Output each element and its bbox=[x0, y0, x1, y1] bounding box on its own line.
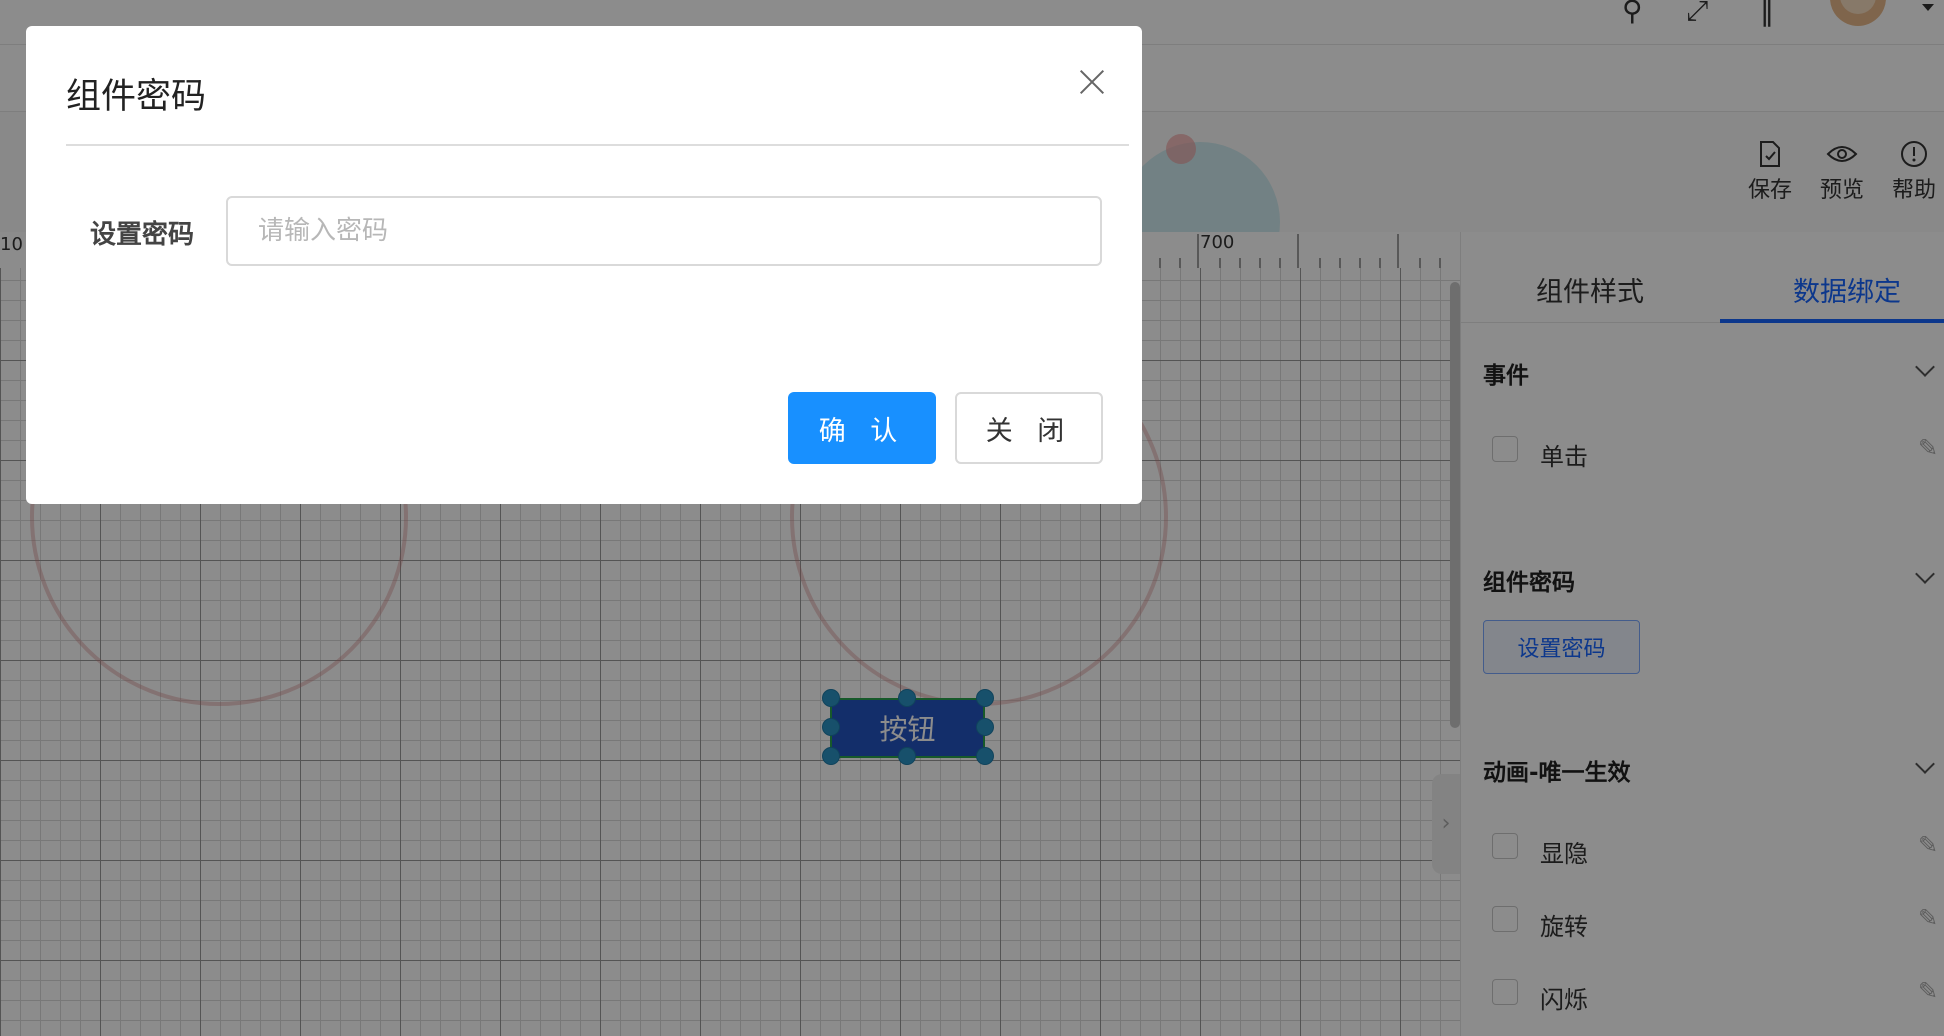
dialog-divider bbox=[66, 144, 1129, 146]
password-input[interactable] bbox=[226, 196, 1102, 266]
dialog-title: 组件密码 bbox=[66, 77, 207, 117]
close-button[interactable]: 关 闭 bbox=[955, 392, 1103, 464]
confirm-button[interactable]: 确 认 bbox=[788, 392, 936, 464]
close-icon[interactable] bbox=[1074, 64, 1110, 100]
component-password-dialog: 组件密码 设置密码 确 认 关 闭 bbox=[26, 26, 1142, 504]
password-label: 设置密码 bbox=[90, 220, 195, 250]
